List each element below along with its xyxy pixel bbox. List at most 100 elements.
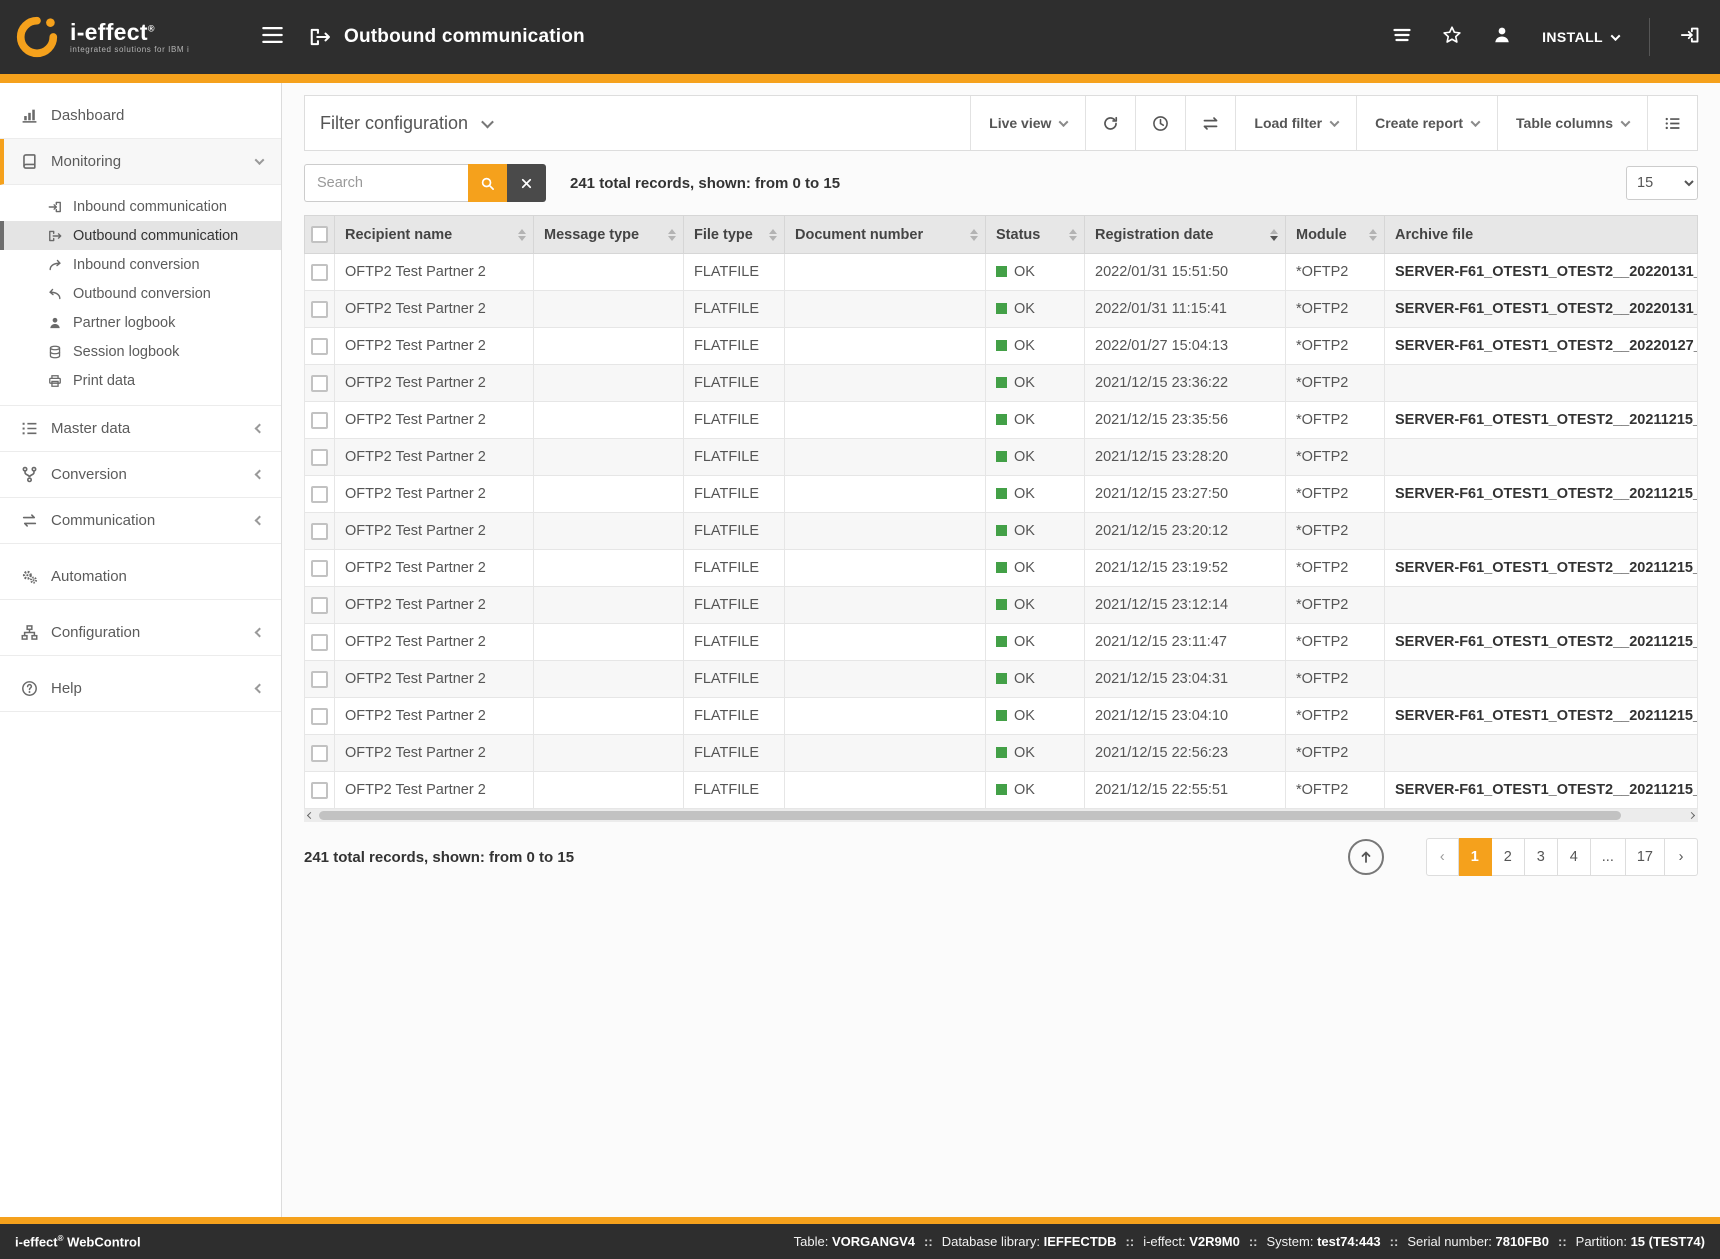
page-button-4[interactable]: 4 <box>1558 838 1591 876</box>
sidebar-item-outbound-communication[interactable]: Outbound communication <box>0 221 281 250</box>
row-checkbox[interactable] <box>311 264 328 281</box>
row-checkbox[interactable] <box>311 560 328 577</box>
search-button[interactable] <box>468 164 507 202</box>
column-header-archive-file[interactable]: Archive file <box>1385 216 1698 254</box>
cell-status: OK <box>986 698 1085 735</box>
sidebar-item-dashboard[interactable]: Dashboard <box>0 93 281 139</box>
cell-status: OK <box>986 439 1085 476</box>
sidebar-item-print-data[interactable]: Print data <box>0 366 281 395</box>
create-report-button[interactable]: Create report <box>1356 96 1497 150</box>
schedule-button[interactable] <box>1135 96 1185 150</box>
clear-search-button[interactable] <box>507 164 546 202</box>
page-button-2[interactable]: 2 <box>1492 838 1525 876</box>
row-checkbox[interactable] <box>311 745 328 762</box>
brand-logo[interactable]: i-effect® integrated solutions for IBM i <box>14 14 236 60</box>
sidebar-item-outbound-conversion[interactable]: Outbound conversion <box>0 279 281 308</box>
page-button-1[interactable]: 1 <box>1459 838 1492 876</box>
row-checkbox[interactable] <box>311 338 328 355</box>
column-header-recipient-name[interactable]: Recipient name <box>335 216 534 254</box>
row-checkbox[interactable] <box>311 412 328 429</box>
load-filter-button[interactable]: Load filter <box>1235 96 1356 150</box>
row-checkbox[interactable] <box>311 597 328 614</box>
column-header-module[interactable]: Module <box>1286 216 1385 254</box>
sidebar-item-inbound-conversion[interactable]: Inbound conversion <box>0 250 281 279</box>
select-all-checkbox[interactable] <box>311 226 328 243</box>
column-header-message-type[interactable]: Message type <box>534 216 684 254</box>
table-row[interactable]: OFTP2 Test Partner 2 FLATFILE OK 2021/12… <box>305 661 1698 698</box>
live-view-button[interactable]: Live view <box>970 96 1085 150</box>
table-row[interactable]: OFTP2 Test Partner 2 FLATFILE OK 2021/12… <box>305 735 1698 772</box>
chevron-down-icon <box>1471 117 1481 127</box>
table-row[interactable]: OFTP2 Test Partner 2 FLATFILE OK 2021/12… <box>305 476 1698 513</box>
table-row[interactable]: OFTP2 Test Partner 2 FLATFILE OK 2021/12… <box>305 698 1698 735</box>
logout-button[interactable] <box>1680 25 1700 49</box>
table-row[interactable]: OFTP2 Test Partner 2 FLATFILE OK 2022/01… <box>305 291 1698 328</box>
table-row[interactable]: OFTP2 Test Partner 2 FLATFILE OK 2021/12… <box>305 513 1698 550</box>
next-page-button[interactable]: › <box>1665 838 1698 876</box>
filter-configuration-button[interactable]: Filter configuration <box>305 96 507 150</box>
sidebar-item-master-data[interactable]: Master data <box>0 406 281 452</box>
row-checkbox[interactable] <box>311 449 328 466</box>
column-header-document-number[interactable]: Document number <box>785 216 986 254</box>
table-columns-button[interactable]: Table columns <box>1497 96 1647 150</box>
refresh-button[interactable] <box>1085 96 1135 150</box>
cell-message-type <box>534 365 684 402</box>
user-avatar-button[interactable] <box>1492 25 1512 49</box>
user-menu-button[interactable]: INSTALL <box>1542 29 1619 45</box>
column-header-file-type[interactable]: File type <box>684 216 785 254</box>
page-size-select[interactable]: 15 <box>1626 166 1698 200</box>
sidebar-item-help[interactable]: Help <box>0 666 281 712</box>
sidebar-item-session-logbook[interactable]: Session logbook <box>0 337 281 366</box>
menu-toggle-button[interactable] <box>262 27 283 47</box>
row-checkbox[interactable] <box>311 486 328 503</box>
stack-icon <box>1392 25 1412 45</box>
horizontal-scrollbar[interactable] <box>304 809 1698 822</box>
table-row[interactable]: OFTP2 Test Partner 2 FLATFILE OK 2021/12… <box>305 624 1698 661</box>
scroll-right-icon[interactable] <box>1688 812 1695 819</box>
cell-recipient-name: OFTP2 Test Partner 2 <box>335 624 534 661</box>
scrollbar-thumb[interactable] <box>319 811 1621 820</box>
table-row[interactable]: OFTP2 Test Partner 2 FLATFILE OK 2021/12… <box>305 587 1698 624</box>
table-row[interactable]: OFTP2 Test Partner 2 FLATFILE OK 2021/12… <box>305 365 1698 402</box>
sidebar-item-monitoring[interactable]: Monitoring <box>0 139 281 185</box>
column-header-registration-date[interactable]: Registration date <box>1085 216 1286 254</box>
list-view-button[interactable] <box>1647 96 1697 150</box>
stack-button[interactable] <box>1392 25 1412 49</box>
page-ellipsis[interactable]: ... <box>1591 838 1626 876</box>
row-checkbox[interactable] <box>311 671 328 688</box>
transfer-button[interactable] <box>1185 96 1235 150</box>
row-checkbox[interactable] <box>311 634 328 651</box>
page-button-3[interactable]: 3 <box>1525 838 1558 876</box>
cell-file-type: FLATFILE <box>684 624 785 661</box>
row-checkbox[interactable] <box>311 523 328 540</box>
sidebar-item-automation[interactable]: Automation <box>0 554 281 600</box>
sidebar-item-inbound-communication[interactable]: Inbound communication <box>0 192 281 221</box>
redo-arrow-icon <box>48 258 62 272</box>
sidebar-item-configuration[interactable]: Configuration <box>0 610 281 656</box>
sidebar-item-partner-logbook[interactable]: Partner logbook <box>0 308 281 337</box>
status-ok-indicator <box>996 266 1007 277</box>
row-checkbox[interactable] <box>311 782 328 799</box>
table-row[interactable]: OFTP2 Test Partner 2 FLATFILE OK 2022/01… <box>305 254 1698 291</box>
table-row[interactable]: OFTP2 Test Partner 2 FLATFILE OK 2021/12… <box>305 772 1698 809</box>
row-checkbox[interactable] <box>311 375 328 392</box>
scroll-to-top-button[interactable] <box>1348 839 1384 875</box>
sidebar-item-conversion[interactable]: Conversion <box>0 452 281 498</box>
column-header-status[interactable]: Status <box>986 216 1085 254</box>
brand-registered-mark: ® <box>148 23 155 33</box>
table-row[interactable]: OFTP2 Test Partner 2 FLATFILE OK 2021/12… <box>305 402 1698 439</box>
page-button-17[interactable]: 17 <box>1626 838 1665 876</box>
prev-page-button[interactable]: ‹ <box>1426 838 1459 876</box>
bar-chart-icon <box>21 107 38 124</box>
sidebar-item-communication[interactable]: Communication <box>0 498 281 544</box>
favorites-button[interactable] <box>1442 25 1462 49</box>
row-checkbox[interactable] <box>311 708 328 725</box>
search-input[interactable] <box>304 164 468 202</box>
scroll-left-icon[interactable] <box>307 812 314 819</box>
search-row: 241 total records, shown: from 0 to 15 1… <box>304 164 1698 202</box>
table-row[interactable]: OFTP2 Test Partner 2 FLATFILE OK 2022/01… <box>305 328 1698 365</box>
row-checkbox[interactable] <box>311 301 328 318</box>
table-row[interactable]: OFTP2 Test Partner 2 FLATFILE OK 2021/12… <box>305 439 1698 476</box>
table-row[interactable]: OFTP2 Test Partner 2 FLATFILE OK 2021/12… <box>305 550 1698 587</box>
cell-document-number <box>785 365 986 402</box>
